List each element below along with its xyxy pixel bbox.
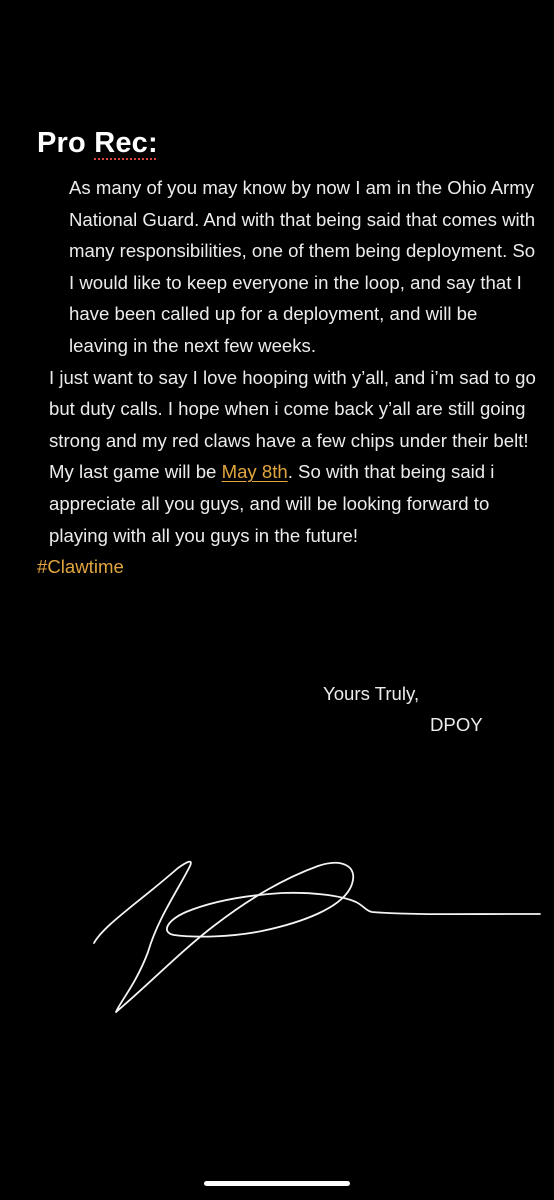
home-indicator[interactable]	[204, 1181, 350, 1186]
signature-drawing	[93, 860, 541, 1013]
note-view: Pro Rec: As many of you may know by now …	[0, 0, 554, 1200]
